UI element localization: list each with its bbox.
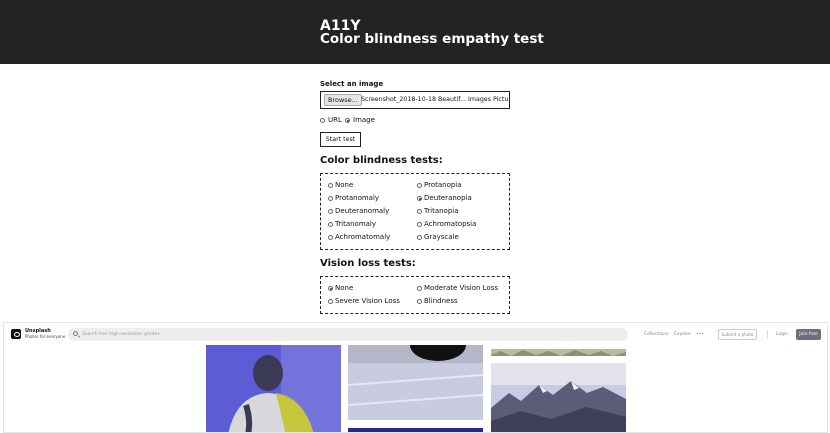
preview-nav-collections: Collections [644,332,669,337]
vision-test-none-radio[interactable] [328,286,333,291]
preview-photo-mountains [491,363,626,432]
portrait-photo-graphic [206,345,341,432]
file-name: Screenshot_2018-10-18 Beautif... Images … [361,96,509,103]
page-subtitle: Color blindness empathy test [320,31,544,47]
vision-test-blindness-radio[interactable] [417,299,422,304]
forest-photo-graphic [491,349,626,356]
color-test-protanopia-radio[interactable] [417,183,422,188]
color-test-achromatopsia-radio[interactable] [417,222,422,227]
preview-divider [767,330,768,339]
source-url-radio[interactable] [320,118,325,123]
vision-test-severe-radio[interactable] [328,299,333,304]
preview-photo-portrait [206,345,341,432]
simulated-preview: Unsplash Photos for everyone Search free… [3,322,828,433]
color-tests-heading: Color blindness tests: [320,155,443,166]
start-test-button[interactable]: Start test [320,132,361,147]
preview-photo-forest [491,345,626,356]
color-test-none-radio[interactable] [328,183,333,188]
color-test-label: Deuteranopia [424,194,472,202]
file-input[interactable]: Browse... Screenshot_2018-10-18 Beautif.… [320,91,510,109]
color-test-label: Tritanomaly [335,220,377,228]
preview-search-bar: Search free high-resolution photos [68,328,628,341]
page-header: A11Y Color blindness empathy test [0,0,830,64]
preview-tagline: Photos for everyone [25,334,66,339]
color-test-label: Tritanopia [424,207,459,215]
vision-test-label: Blindness [424,297,458,305]
vision-tests-group [320,276,510,314]
color-test-label: None [335,181,354,189]
color-test-label: Grayscale [424,233,459,241]
preview-submit-button: Submit a photo [718,329,757,340]
color-test-label: Achromatopsia [424,220,477,228]
preview-nav-explore: Explore [674,332,691,337]
vision-test-moderate-radio[interactable] [417,286,422,291]
mountain-photo-graphic [491,363,626,432]
color-test-label: Protanomaly [335,194,380,202]
preview-nav-more: ••• [696,332,704,337]
preview-photo-architecture [348,345,483,420]
preview-join-button: Join free [796,329,821,340]
architecture-photo-graphic [348,345,483,420]
vision-test-label: Severe Vision Loss [335,297,400,305]
color-test-label: Achromatomaly [335,233,391,241]
color-test-tritanopia-radio[interactable] [417,209,422,214]
camera-logo-icon [11,329,21,339]
vision-test-label: None [335,284,354,292]
color-test-tritanomaly-radio[interactable] [328,222,333,227]
preview-photo-strip [348,428,483,432]
color-test-label: Deuteranomaly [335,207,390,215]
color-test-label: Protanopia [424,181,462,189]
preview-login: Login [776,332,789,337]
color-test-achromatomaly-radio[interactable] [328,235,333,240]
browse-button[interactable]: Browse... [324,94,362,106]
color-test-grayscale-radio[interactable] [417,235,422,240]
color-test-deuteranopia-radio[interactable] [417,196,422,201]
search-icon [73,331,78,336]
vision-test-label: Moderate Vision Loss [424,284,498,292]
source-url-label: URL [328,116,342,124]
source-image-radio[interactable] [345,118,350,123]
source-image-label: Image [353,116,375,124]
vision-tests-heading: Vision loss tests: [320,258,416,269]
color-test-deuteranomaly-radio[interactable] [328,209,333,214]
color-test-protanomaly-radio[interactable] [328,196,333,201]
select-image-label: Select an image [320,80,384,88]
preview-search-placeholder: Search free high-resolution photos [82,332,160,337]
